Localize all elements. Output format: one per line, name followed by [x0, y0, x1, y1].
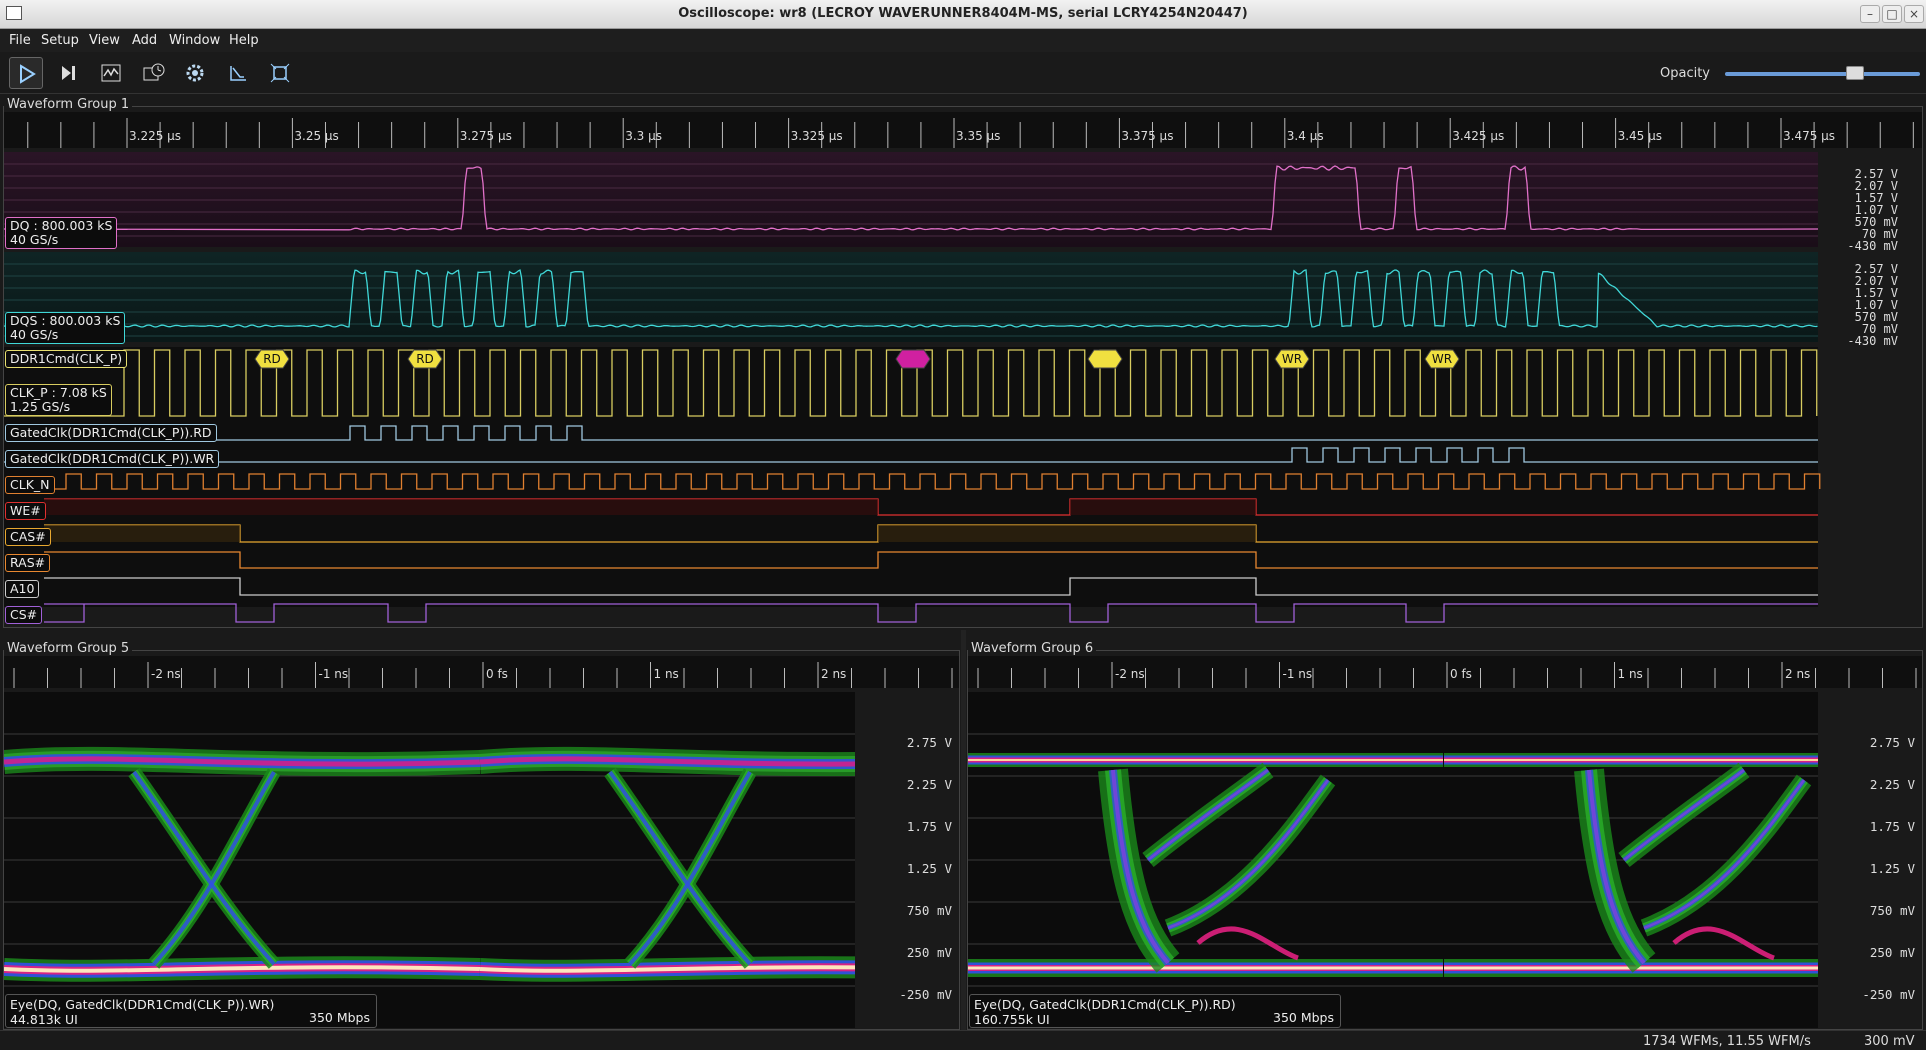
history-icon: [143, 63, 165, 81]
group6-volt-label: 2.75 V: [1869, 735, 1915, 750]
group5-time-tick: 2 ns: [821, 667, 847, 681]
clk-p-label[interactable]: CLK_P : 7.08 kS 1.25 GS/s: [5, 384, 112, 416]
cmd-packet-label: RD: [263, 352, 281, 366]
eye-wr-label[interactable]: Eye(DQ, GatedClk(DDR1Cmd(CLK_P)).WR) 44.8…: [5, 994, 377, 1028]
menu-window[interactable]: Window: [169, 33, 220, 48]
group6-time-tick: 0 fs: [1450, 667, 1472, 681]
time-tick-label: 3.25 µs: [294, 129, 339, 143]
opacity-label: Opacity: [1660, 66, 1711, 81]
we-label[interactable]: WE#: [5, 502, 46, 520]
fullscreen-icon: [270, 63, 290, 83]
settings-button[interactable]: [178, 57, 212, 89]
dqs-channel-label[interactable]: DQS : 800.003 kS 40 GS/s: [5, 312, 126, 344]
menu-file[interactable]: File: [9, 33, 31, 48]
group5-time-axis[interactable]: [4, 656, 959, 688]
minimize-icon[interactable]: –: [1860, 5, 1880, 23]
fullscreen-button[interactable]: [263, 57, 297, 89]
cmd-packet-label: WR: [1432, 352, 1452, 366]
dq-volt-label: -430 mV: [1847, 239, 1898, 253]
group5-time-tick: -1 ns: [318, 667, 349, 681]
gated-wr-label[interactable]: GatedClk(DDR1Cmd(CLK_P)).WR: [5, 450, 220, 468]
menu-setup[interactable]: Setup: [41, 33, 79, 48]
cmd-packet[interactable]: [895, 349, 931, 369]
group5-title: Waveform Group 5: [4, 641, 133, 656]
cas-label[interactable]: CAS#: [5, 528, 51, 546]
opacity-slider-thumb[interactable]: [1846, 66, 1864, 80]
time-tick-label: 3.375 µs: [1121, 129, 1174, 143]
toolbar: Opacity: [0, 52, 1926, 94]
a10-label[interactable]: A10: [5, 580, 40, 598]
menu-add[interactable]: Add: [132, 33, 157, 48]
maximize-icon[interactable]: □: [1882, 5, 1902, 23]
cmd-packet-label: RD: [416, 352, 434, 366]
clk-n-label[interactable]: CLK_N: [5, 476, 55, 494]
group6-volt-label: 2.25 V: [1869, 777, 1915, 792]
measure-icon: [230, 66, 246, 81]
group6-title: Waveform Group 6: [968, 641, 1097, 656]
opacity-slider[interactable]: [1725, 72, 1920, 76]
play-button[interactable]: [9, 57, 43, 89]
dq-channel-label[interactable]: DQ : 800.003 kS 40 GS/s: [5, 217, 118, 249]
time-tick-label: 3.425 µs: [1452, 129, 1505, 143]
eye-diagram-wr[interactable]: [4, 692, 855, 1028]
cs-label[interactable]: CS#: [5, 606, 43, 624]
group5-volt-label: 2.25 V: [906, 777, 952, 792]
waveform-button[interactable]: [94, 57, 128, 89]
group5-time-tick: -2 ns: [151, 667, 181, 681]
time-tick-label: 3.325 µs: [790, 129, 843, 143]
time-tick-label: 3.35 µs: [956, 129, 1001, 143]
group1-title: Waveform Group 1: [4, 97, 133, 112]
cmd-packet[interactable]: [1087, 349, 1123, 369]
group5-volt-label: 750 mV: [906, 903, 952, 918]
time-tick-label: 3.3 µs: [625, 129, 662, 143]
play-icon: [20, 64, 36, 84]
group6-volt-label: 750 mV: [1869, 903, 1915, 918]
group5-volt-label: -250 mV: [899, 987, 952, 1002]
waveform-icon: [101, 64, 121, 82]
measure-button[interactable]: [221, 57, 255, 89]
group5-time-tick: 0 fs: [486, 667, 508, 681]
status-voltage: 300 mV: [1864, 1034, 1915, 1049]
group5-volt-label: 1.25 V: [906, 861, 952, 876]
dqs-volt-label: -430 mV: [1847, 334, 1898, 348]
group6-volt-label: -250 mV: [1862, 987, 1915, 1002]
gated-rd-label[interactable]: GatedClk(DDR1Cmd(CLK_P)).RD: [5, 424, 217, 442]
cmd-packet-label: WR: [1282, 352, 1302, 366]
group6-time-tick: -2 ns: [1115, 667, 1145, 681]
window-title: Oscilloscope: wr8 (LECROY WAVERUNNER8404…: [678, 6, 1248, 21]
ras-label[interactable]: RAS#: [5, 554, 51, 572]
settings-icon: [186, 64, 204, 82]
time-tick-label: 3.225 µs: [129, 129, 182, 143]
menu-bar: File Setup View Add Window Help: [0, 29, 1926, 52]
title-bar: Oscilloscope: wr8 (LECROY WAVERUNNER8404…: [0, 0, 1926, 29]
time-tick-label: 3.4 µs: [1286, 129, 1324, 143]
group6-volt-label: 1.75 V: [1869, 819, 1915, 834]
group6-time-tick: 1 ns: [1617, 667, 1643, 681]
group5-volt-label: 250 mV: [906, 945, 952, 960]
ddr-cmd-label[interactable]: DDR1Cmd(CLK_P): [5, 350, 128, 368]
close-icon[interactable]: ×: [1904, 5, 1924, 23]
group1-plot[interactable]: RD RD WR WR: [4, 152, 1922, 627]
step-icon: [62, 66, 75, 80]
step-button[interactable]: [52, 57, 86, 89]
time-tick-label: 3.475 µs: [1783, 129, 1836, 143]
group6-volt-label: 250 mV: [1869, 945, 1915, 960]
status-bar: 1734 WFMs, 11.55 WFM/s 300 mV: [0, 1030, 1926, 1050]
status-wfm-count: 1734 WFMs, 11.55 WFM/s: [1643, 1034, 1811, 1049]
group6-volt-label: 1.25 V: [1869, 861, 1915, 876]
group5-volt-label: 1.75 V: [906, 819, 952, 834]
group6-time-tick: 2 ns: [1785, 667, 1811, 681]
eye-diagram-rd[interactable]: [968, 692, 1818, 1028]
group5-volt-label: 2.75 V: [906, 735, 952, 750]
menu-view[interactable]: View: [89, 33, 120, 48]
menu-help[interactable]: Help: [229, 33, 259, 48]
group5-time-tick: 1 ns: [653, 667, 679, 681]
splitter-handle[interactable]: [961, 630, 966, 1030]
time-tick-label: 3.45 µs: [1617, 129, 1663, 143]
history-button[interactable]: [136, 57, 170, 89]
time-tick-label: 3.275 µs: [459, 129, 512, 143]
eye-rd-label[interactable]: Eye(DQ, GatedClk(DDR1Cmd(CLK_P)).RD) 160.…: [969, 994, 1341, 1028]
group6-time-axis[interactable]: [968, 656, 1922, 688]
group6-time-tick: -1 ns: [1282, 667, 1313, 681]
